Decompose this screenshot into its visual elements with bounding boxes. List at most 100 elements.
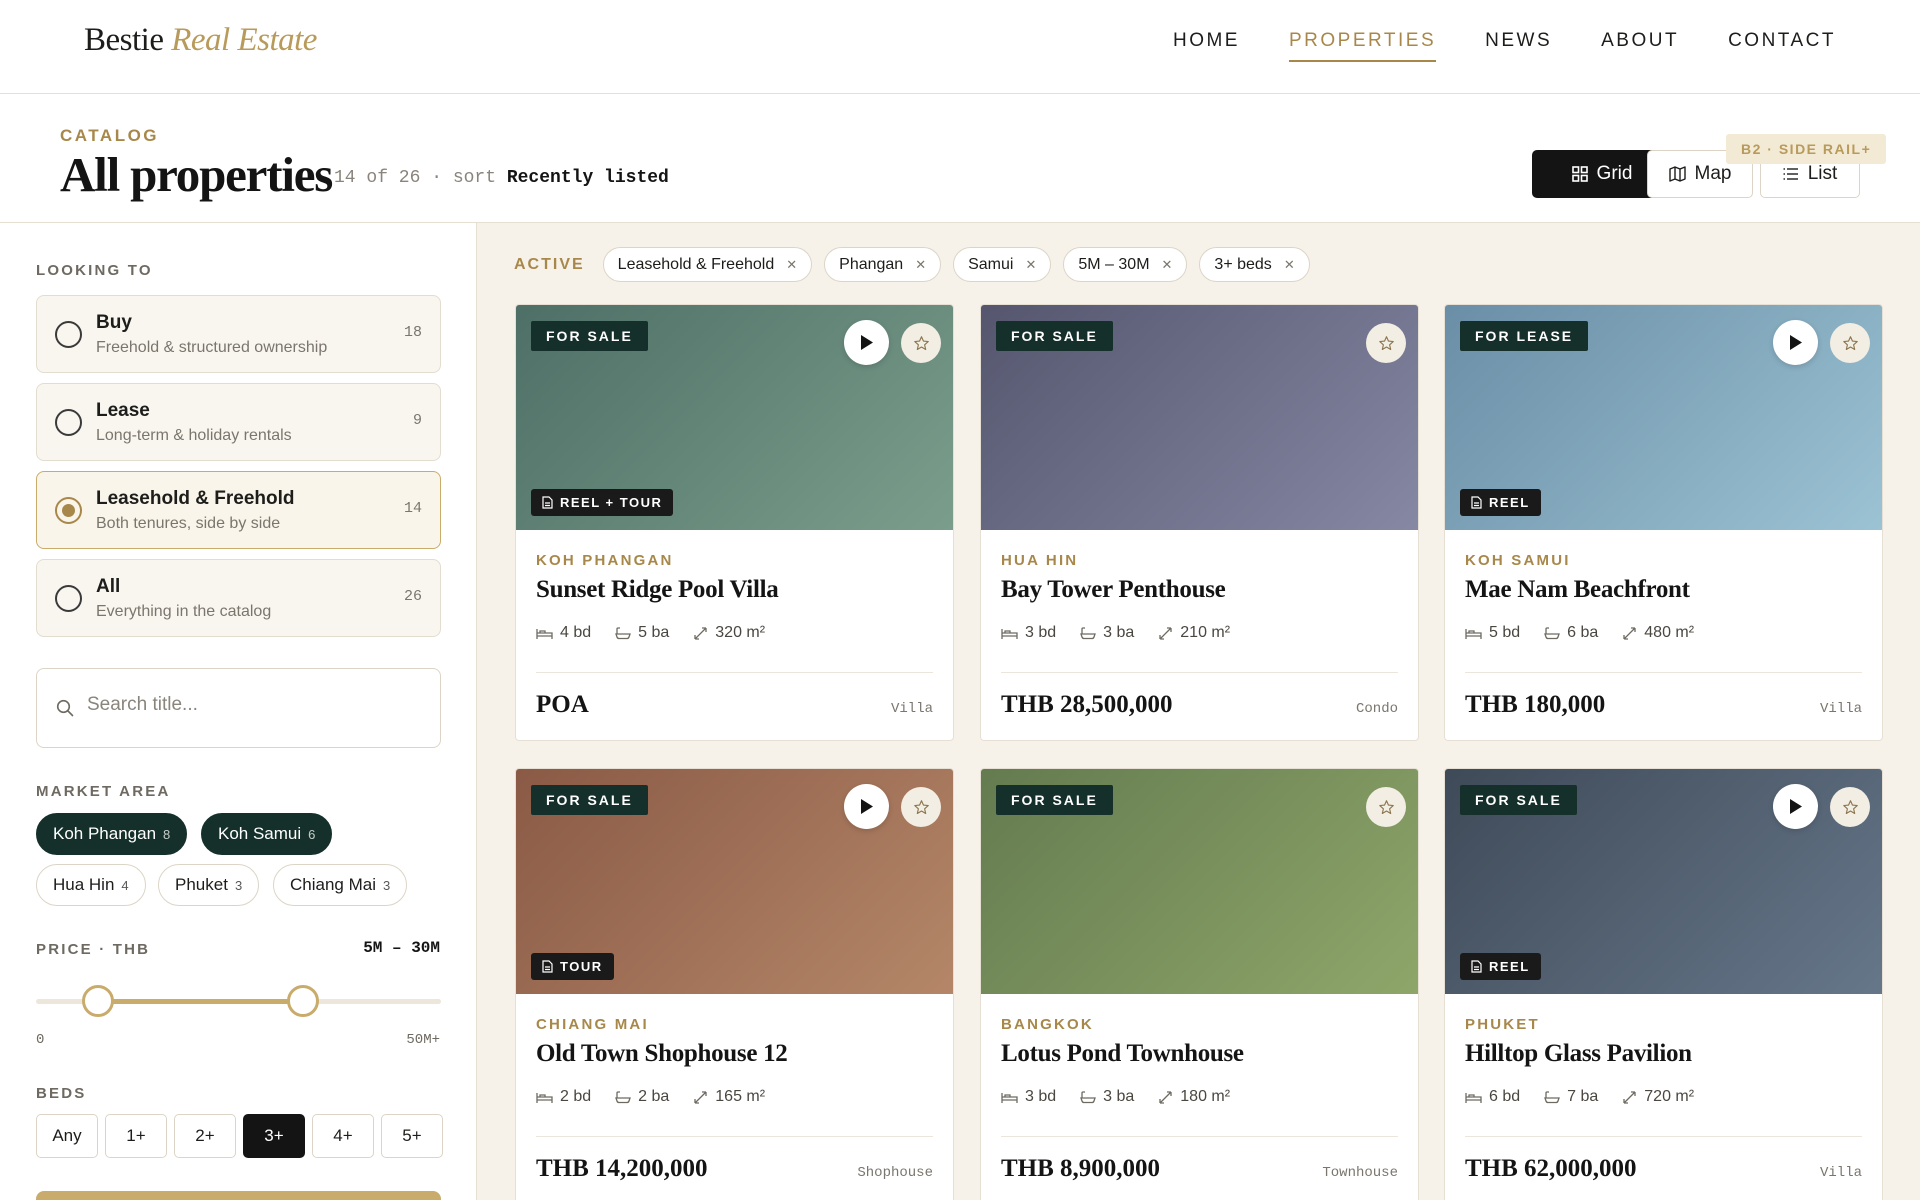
active-filter-chip[interactable]: Phangan ✕ (824, 247, 942, 282)
property-image[interactable]: FOR SALE REEL (1445, 769, 1882, 994)
beds-option[interactable]: 5+ (381, 1114, 443, 1158)
market-area-label: MARKET AREA (36, 783, 171, 800)
property-image[interactable]: FOR LEASE REEL (1445, 305, 1882, 530)
tenure-option-lease[interactable]: Lease Long-term & holiday rentals 9 (36, 383, 441, 461)
play-icon[interactable] (1773, 784, 1818, 829)
active-filter-chip[interactable]: 3+ beds ✕ (1199, 247, 1310, 282)
beds-option[interactable]: 2+ (174, 1114, 236, 1158)
area-icon (1622, 1090, 1637, 1105)
price-slider-min-handle[interactable] (82, 985, 114, 1017)
property-name[interactable]: Mae Nam Beachfront (1465, 576, 1690, 604)
property-specs: 4 bd 5 ba 320 m² (536, 624, 765, 642)
star-icon[interactable] (1366, 787, 1406, 827)
nav-news[interactable]: NEWS (1485, 30, 1552, 62)
play-icon[interactable] (844, 784, 889, 829)
star-icon[interactable] (1830, 323, 1870, 363)
spec-beds: 4 bd (536, 624, 591, 642)
area-icon (1158, 1090, 1173, 1105)
close-icon[interactable]: ✕ (1284, 257, 1295, 273)
close-icon[interactable]: ✕ (915, 257, 926, 273)
radio-button[interactable] (55, 321, 82, 348)
tenure-option-all[interactable]: All Everything in the catalog 26 (36, 559, 441, 637)
price-slider[interactable] (36, 985, 441, 1017)
close-icon[interactable]: ✕ (1025, 257, 1036, 273)
market-chip-phuket[interactable]: Phuket 3 (158, 864, 260, 906)
property-card[interactable]: FOR SALE HUA HIN Bay Tower Penthouse 3 bd 3 … (980, 304, 1419, 741)
market-chip-label: Koh Phangan (53, 824, 157, 843)
close-icon[interactable]: ✕ (786, 257, 797, 273)
active-filter-chip[interactable]: Leasehold & Freehold ✕ (602, 247, 813, 282)
tenure-option-buy[interactable]: Buy Freehold & structured ownership 18 (36, 295, 441, 373)
nav-home[interactable]: HOME (1173, 30, 1240, 62)
radio-button[interactable] (55, 497, 82, 524)
star-icon[interactable] (1830, 787, 1870, 827)
price-range-value: 5M – 30M (363, 939, 440, 957)
beds-option[interactable]: 1+ (105, 1114, 167, 1158)
card-divider (536, 672, 933, 673)
looking-to-label: LOOKING TO (36, 262, 153, 279)
property-card[interactable]: FOR LEASE REEL KOH SAMUI Mae Nam Beachfront… (1444, 304, 1883, 741)
star-icon[interactable] (901, 323, 941, 363)
area-icon (693, 626, 708, 641)
property-card[interactable]: FOR SALE REEL + TOUR KOH PHANGAN Sunset Rid… (515, 304, 954, 741)
property-name[interactable]: Hilltop Glass Pavilion (1465, 1040, 1692, 1068)
beds-label: BEDS (36, 1085, 87, 1102)
close-icon[interactable]: ✕ (1162, 257, 1173, 273)
beds-option[interactable]: 3+ (243, 1114, 305, 1158)
tenure-option-leasehold-freehold[interactable]: Leasehold & Freehold Both tenures, side b… (36, 471, 441, 549)
property-name[interactable]: Sunset Ridge Pool Villa (536, 576, 779, 604)
bed-icon (536, 627, 553, 640)
price-slider-max-handle[interactable] (287, 985, 319, 1017)
brand-logo[interactable]: Bestie Real Estate (84, 22, 317, 59)
market-chip-koh-samui[interactable]: Koh Samui 6 (201, 813, 333, 855)
property-card[interactable]: FOR SALE TOUR CHIANG MAI Old Town Shophouse… (515, 768, 954, 1200)
spec-baths: 5 ba (615, 624, 669, 642)
star-icon[interactable] (1366, 323, 1406, 363)
property-image[interactable]: FOR SALE TOUR (516, 769, 953, 994)
market-chip-hua-hin[interactable]: Hua Hin 4 (36, 864, 146, 906)
active-filter-chip[interactable]: 5M – 30M ✕ (1063, 247, 1188, 282)
media-badge-label: REEL (1489, 495, 1530, 510)
nav-contact[interactable]: CONTACT (1728, 30, 1836, 62)
bath-icon (1080, 626, 1097, 640)
beds-option[interactable]: 4+ (312, 1114, 374, 1158)
market-chip-koh-phangan[interactable]: Koh Phangan 8 (36, 813, 188, 855)
option-title: Lease (96, 400, 150, 421)
card-divider (1465, 1136, 1862, 1137)
bath-icon (1544, 1090, 1561, 1104)
filter-sidebar: LOOKING TO Buy Freehold & structured owne… (0, 223, 477, 1200)
property-image[interactable]: FOR SALE (981, 305, 1418, 530)
media-badge: TOUR (531, 953, 614, 980)
listing-status-badge: FOR SALE (531, 785, 648, 815)
bath-icon (1080, 1090, 1097, 1104)
property-image[interactable]: FOR SALE REEL + TOUR (516, 305, 953, 530)
market-chip-chiang-mai[interactable]: Chiang Mai 3 (273, 864, 408, 906)
spec-area: 210 m² (1158, 624, 1230, 642)
property-name[interactable]: Lotus Pond Townhouse (1001, 1040, 1244, 1068)
beds-option[interactable]: Any (36, 1114, 98, 1158)
property-card[interactable]: FOR SALE BANGKOK Lotus Pond Townhouse 3 bd 3… (980, 768, 1419, 1200)
property-price: THB 14,200,000 (536, 1155, 708, 1182)
property-card[interactable]: FOR SALE REEL PHUKET Hilltop Glass Pavilion… (1444, 768, 1883, 1200)
option-title: Leasehold & Freehold (96, 488, 295, 509)
search-box[interactable] (36, 668, 441, 748)
radio-button[interactable] (55, 585, 82, 612)
play-icon[interactable] (1773, 320, 1818, 365)
property-name[interactable]: Bay Tower Penthouse (1001, 576, 1226, 604)
media-badge: REEL + TOUR (531, 489, 674, 516)
nav-properties[interactable]: PROPERTIES (1288, 30, 1437, 62)
search-input[interactable] (87, 694, 417, 716)
play-icon[interactable] (844, 320, 889, 365)
apply-filters-button[interactable] (36, 1191, 441, 1200)
nav-about[interactable]: ABOUT (1601, 30, 1679, 62)
active-filter-chip[interactable]: Samui ✕ (953, 247, 1052, 282)
sort-value[interactable]: Recently listed (507, 168, 669, 188)
property-image[interactable]: FOR SALE (981, 769, 1418, 994)
spec-area: 720 m² (1622, 1088, 1694, 1106)
star-icon[interactable] (901, 787, 941, 827)
results-meta: 14 of 26 · sort Recently listed (334, 168, 669, 188)
radio-button[interactable] (55, 409, 82, 436)
catalog-title-bar: CATALOG All properties 14 of 26 · sort R… (0, 94, 1920, 223)
property-name[interactable]: Old Town Shophouse 12 (536, 1040, 788, 1068)
property-type: Townhouse (1322, 1165, 1398, 1181)
